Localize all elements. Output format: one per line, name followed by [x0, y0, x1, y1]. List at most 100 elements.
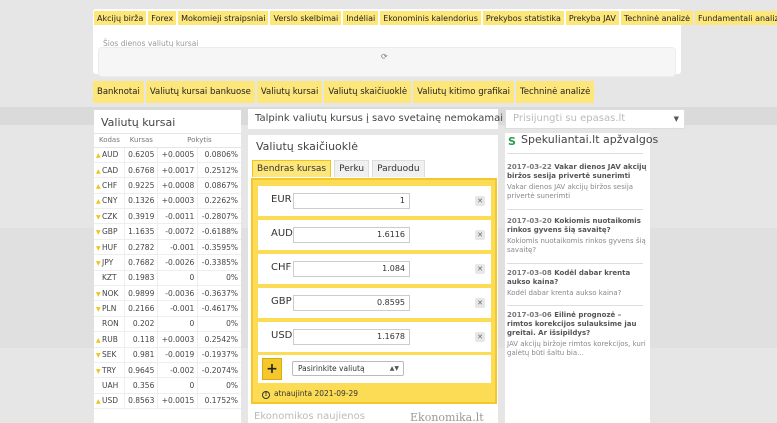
top-nav-fundamentali-analize[interactable]: Fundamentali analizė — [695, 11, 777, 25]
rate-code: CAD — [102, 165, 119, 175]
calc-row-code: USD — [271, 330, 293, 341]
news-item[interactable]: 2017-03-20 Kokiomis nuotaikomis rinkos g… — [507, 217, 647, 255]
news-title[interactable]: 2017-03-06 Eilinė prognozė – rimtos kore… — [507, 311, 647, 338]
news-date: 2017-03-20 — [507, 217, 552, 225]
top-nav-akciju-birza[interactable]: Akcijų birža — [94, 11, 147, 25]
news-item[interactable]: 2017-03-22 Vakar dienos JAV akcijų biržo… — [507, 163, 647, 201]
rate-row-cny: ▲CNY 0.1326 +0.0003 0.2262% — [94, 193, 241, 210]
rate-value: 0.9645 — [124, 362, 159, 379]
rate-row-cad: ▲CAD 0.6768 +0.0017 0.2512% — [94, 162, 241, 179]
top-nav-panel: Akcijų birža Forex Mokomieji straipsniai… — [93, 9, 777, 77]
news-item[interactable]: 2017-03-06 Eilinė prognozė – rimtos kore… — [507, 311, 647, 358]
ekonomika-logo[interactable]: Ekonomika.lt — [410, 411, 484, 423]
rate-change-pct: 0% — [197, 316, 241, 333]
tab-perku[interactable]: Perku — [334, 160, 370, 177]
tab-parduodu[interactable]: Parduodu — [372, 160, 425, 177]
rate-row-usd: ▲USD 0.8563 +0.0015 0.1752% — [94, 393, 241, 410]
currency-select[interactable]: Pasirinkite valiutą ▲▼ — [292, 361, 404, 376]
sub-nav-kitimo-grafikai[interactable]: Valiutų kitimo grafikai — [413, 81, 514, 103]
rate-code: PLN — [102, 304, 117, 314]
tab-bendras-kursas[interactable]: Bendras kursas — [252, 160, 332, 177]
rate-change-pct: -0.6188% — [197, 223, 241, 240]
calc-row-code: AUD — [271, 228, 293, 239]
rates-table: Kodas Kursas Pokytis ▲AUD 0.6205 +0.0005 0.… — [94, 134, 241, 410]
spekuliantai-panel: S Spekuliantai.lt apžvalgos 2017-03-22 V… — [505, 133, 658, 423]
calc-row-input[interactable]: 1.084 — [293, 261, 410, 277]
news-desc: Kokiomis nuotaikomis rinkos gyvens šią s… — [507, 237, 646, 254]
news-desc: Kodėl dabar krenta aukso kaina? — [507, 289, 622, 297]
sub-nav-banknotai[interactable]: Banknotai — [93, 81, 144, 103]
rate-change-pct: 0.1752% — [197, 393, 241, 410]
rate-change: -0.001 — [157, 300, 199, 317]
remove-row-icon[interactable]: ✕ — [475, 332, 485, 342]
remove-row-icon[interactable]: ✕ — [475, 196, 485, 206]
chevron-updown-icon: ▲▼ — [389, 365, 399, 372]
news-date: 2017-03-08 — [507, 269, 552, 277]
rate-change-pct: 0.0867% — [197, 177, 241, 194]
top-nav-verslo-skelbimai[interactable]: Verslo skelbimai — [270, 11, 342, 25]
rates-header-row: Kodas Kursas Pokytis — [94, 134, 241, 148]
rate-code-cell: ▼GBP — [94, 223, 126, 240]
remove-row-icon[interactable]: ✕ — [475, 230, 485, 240]
top-nav-mokomieji-straipsniai[interactable]: Mokomieji straipsniai — [178, 11, 269, 25]
calc-row: AUD 1.6116 ✕ — [258, 220, 491, 250]
top-nav-bar: Akcijų birža Forex Mokomieji straipsniai… — [93, 9, 777, 27]
rate-change-pct: 0% — [197, 270, 241, 287]
rate-code-cell: ▼HUF — [94, 239, 126, 256]
top-nav-technine-analize[interactable]: Techninė analizė — [620, 11, 694, 25]
rate-value: 0.8563 — [124, 393, 159, 410]
rate-row-pln: ▼PLN 0.2166 -0.001 -0.4617% — [94, 300, 241, 317]
rate-change: -0.0011 — [157, 208, 199, 225]
calculator-panel: Valiutų skaičiuoklė Bendras kursas Perku… — [248, 135, 498, 423]
calc-row-input[interactable]: 0.8595 — [293, 295, 410, 311]
sub-nav-valiutu-kursai[interactable]: Valiutų kursai — [256, 81, 323, 103]
remove-row-icon[interactable]: ✕ — [475, 298, 485, 308]
news-title[interactable]: 2017-03-20 Kokiomis nuotaikomis rinkos g… — [507, 217, 647, 235]
news-desc: Vakar dienos JAV akcijų biržos sesija pr… — [507, 183, 634, 200]
divider — [507, 305, 643, 306]
news-date: 2017-03-06 — [507, 311, 552, 319]
rate-row-uah: UAH 0.356 0 0% — [94, 377, 241, 394]
calc-row-input[interactable]: 1 — [293, 193, 410, 209]
calc-row-input[interactable]: 1.1678 — [293, 329, 410, 345]
rate-code-cell: RON — [94, 316, 126, 333]
calc-row-code: EUR — [271, 194, 292, 205]
top-nav-ekonominis-kalendorius[interactable]: Ekonominis kalendorius — [380, 11, 481, 25]
top-nav-prekyba-jav[interactable]: Prekyba JAV — [565, 11, 619, 25]
sub-nav-technine-analize[interactable]: Techninė analizė — [516, 81, 595, 103]
rate-change: -0.0026 — [157, 254, 199, 271]
rates-body: ▲AUD 0.6205 +0.0005 0.0806% ▲CAD 0.6768 +0.001… — [94, 147, 241, 410]
top-nav-indeliai[interactable]: Indėliai — [343, 11, 379, 25]
login-select[interactable]: Prisijungti su epasas.lt ▼ — [505, 109, 685, 129]
rate-code: NOK — [102, 288, 119, 298]
news-title[interactable]: 2017-03-22 Vakar dienos JAV akcijų biržo… — [507, 163, 647, 181]
rate-code-cell: UAH — [94, 377, 126, 394]
rate-code: SEK — [102, 350, 117, 360]
top-nav-forex[interactable]: Forex — [148, 11, 177, 25]
top-nav-prekybos-statistika[interactable]: Prekybos statistika — [482, 11, 564, 25]
chevron-down-icon: ▼ — [673, 115, 679, 123]
rate-code: KZT — [102, 273, 117, 283]
rate-change: +0.0005 — [157, 147, 199, 163]
news-title[interactable]: 2017-03-08 Kodėl dabar krenta aukso kain… — [507, 269, 647, 287]
news-item[interactable]: 2017-03-08 Kodėl dabar krenta aukso kain… — [507, 269, 647, 298]
embed-promo-link[interactable]: Talpink valiutų kursus į savo svetainę n… — [248, 109, 503, 129]
rate-code-cell: ▼CZK — [94, 208, 126, 225]
divider — [507, 153, 643, 154]
sub-nav-kursai-bankuose[interactable]: Valiutų kursai bankuose — [145, 81, 255, 103]
calculator-body: EUR 1 ✕ AUD 1.6116 ✕ CHF 1.084 ✕ GBP 0.8… — [251, 178, 497, 404]
rate-value: 0.202 — [124, 316, 159, 333]
rate-row-chf: ▲CHF 0.9225 +0.0008 0.0867% — [94, 177, 241, 194]
remove-row-icon[interactable]: ✕ — [475, 264, 485, 274]
sub-nav-skaiciuokle[interactable]: Valiutų skaičiuoklė — [324, 81, 412, 103]
news-date: 2017-03-22 — [507, 163, 552, 171]
header-change: Pokytis — [157, 134, 241, 148]
calc-row-input[interactable]: 1.6116 — [293, 227, 410, 243]
add-currency-button[interactable]: + — [262, 358, 282, 380]
rate-change-pct: 0.0806% — [197, 147, 241, 163]
sub-nav: Banknotai Valiutų kursai bankuose Valiut… — [93, 81, 595, 103]
rate-change-pct: 0.2262% — [197, 193, 241, 210]
news-desc: JAV akcijų biržoje rimtos korekcijos, ku… — [507, 340, 646, 357]
updated-text: atnaujinta 2021-09-29 — [274, 389, 359, 398]
rate-code: UAH — [102, 381, 119, 391]
